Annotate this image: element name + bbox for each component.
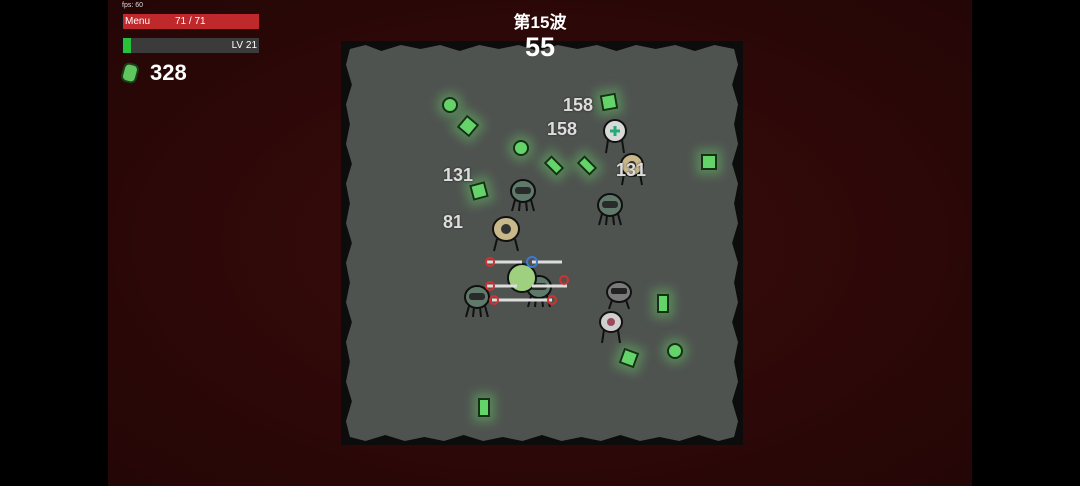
material-drop bbox=[657, 294, 669, 313]
enemy-buffer bbox=[492, 216, 520, 252]
material-drop bbox=[442, 97, 458, 113]
enemy-helmet bbox=[606, 281, 632, 310]
fps-counter: fps: 60 bbox=[122, 2, 144, 9]
material-drop bbox=[478, 398, 490, 417]
health-bar: Menu 71 / 71 bbox=[122, 13, 260, 30]
arena-floor bbox=[346, 45, 738, 441]
wave-timer: 55 bbox=[524, 32, 556, 62]
experience-bar: LV 21 bbox=[122, 37, 260, 54]
enemy-pale bbox=[599, 311, 623, 344]
damage-number: 158 bbox=[563, 95, 594, 115]
enemy-alien bbox=[510, 179, 536, 212]
enemy-healer bbox=[603, 119, 627, 154]
material-drop bbox=[701, 154, 717, 170]
materials-count: 328 bbox=[150, 60, 187, 85]
damage-number: 131 bbox=[443, 165, 474, 185]
damage-number: 131 bbox=[616, 160, 647, 180]
material-icon bbox=[119, 61, 141, 85]
level-text: LV 21 bbox=[231, 40, 257, 51]
wave-title: 第15波 bbox=[513, 13, 567, 32]
material-drop bbox=[667, 343, 683, 359]
health-text: 71 / 71 bbox=[175, 16, 206, 27]
enemy-alien bbox=[597, 193, 623, 226]
materials-counter: 328 bbox=[119, 60, 187, 86]
menu-button[interactable]: Menu bbox=[125, 14, 150, 29]
damage-number: 158 bbox=[547, 119, 578, 139]
game-viewport bbox=[108, 0, 972, 486]
material-drop bbox=[599, 92, 619, 112]
material-drop bbox=[513, 140, 529, 156]
experience-bar-fill bbox=[123, 38, 132, 53]
damage-number: 81 bbox=[443, 212, 464, 232]
player-character bbox=[485, 256, 569, 305]
